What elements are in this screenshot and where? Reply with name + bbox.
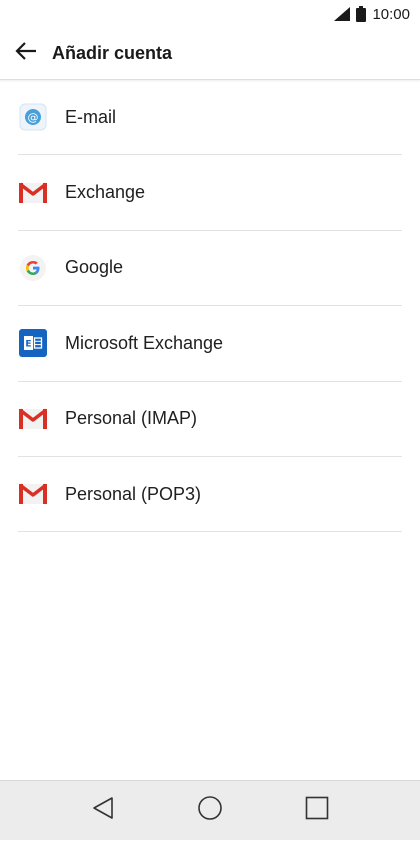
battery-icon: [356, 6, 367, 22]
nav-recents-button[interactable]: [287, 781, 347, 841]
microsoft-exchange-icon: E: [18, 328, 48, 358]
account-item-microsoft-exchange[interactable]: E Microsoft Exchange: [18, 306, 402, 382]
email-at-icon: @: [18, 102, 48, 132]
account-label: Exchange: [65, 182, 146, 203]
account-label: Microsoft Exchange: [65, 332, 224, 353]
app-bar: Añadir cuenta: [0, 28, 420, 80]
nav-home-button[interactable]: [180, 781, 240, 841]
account-label: E-mail: [65, 106, 117, 127]
account-item-personal-imap[interactable]: Personal (IMAP): [18, 382, 402, 457]
gmail-icon: [18, 479, 48, 509]
nav-back-triangle-icon: [92, 796, 114, 825]
account-label: Google: [65, 257, 124, 278]
account-label: Personal (IMAP): [65, 408, 198, 429]
back-button[interactable]: [0, 28, 52, 80]
svg-text:E: E: [25, 340, 31, 350]
account-item-exchange[interactable]: Exchange: [18, 155, 402, 231]
account-list: @ E-mail Exchange Google E Microsoft Exc…: [18, 80, 402, 533]
account-label: Personal (POP3): [65, 483, 202, 504]
nav-recents-square-icon: [305, 796, 329, 825]
account-item-email[interactable]: @ E-mail: [18, 80, 402, 156]
status-time: 10:00: [372, 5, 410, 23]
signal-icon: [334, 7, 351, 21]
google-icon: [18, 253, 48, 283]
page-title: Añadir cuenta: [52, 43, 173, 63]
status-bar: 10:00: [0, 0, 420, 28]
navigation-bar: [0, 780, 420, 840]
nav-back-button[interactable]: [73, 781, 133, 841]
account-item-personal-pop3[interactable]: Personal (POP3): [18, 457, 402, 533]
gmail-icon: [18, 178, 48, 208]
account-item-google[interactable]: Google: [18, 231, 402, 307]
gmail-icon: [18, 404, 48, 434]
nav-home-circle-icon: [197, 795, 223, 826]
arrow-left-icon: [15, 42, 37, 65]
svg-text:@: @: [28, 111, 39, 124]
